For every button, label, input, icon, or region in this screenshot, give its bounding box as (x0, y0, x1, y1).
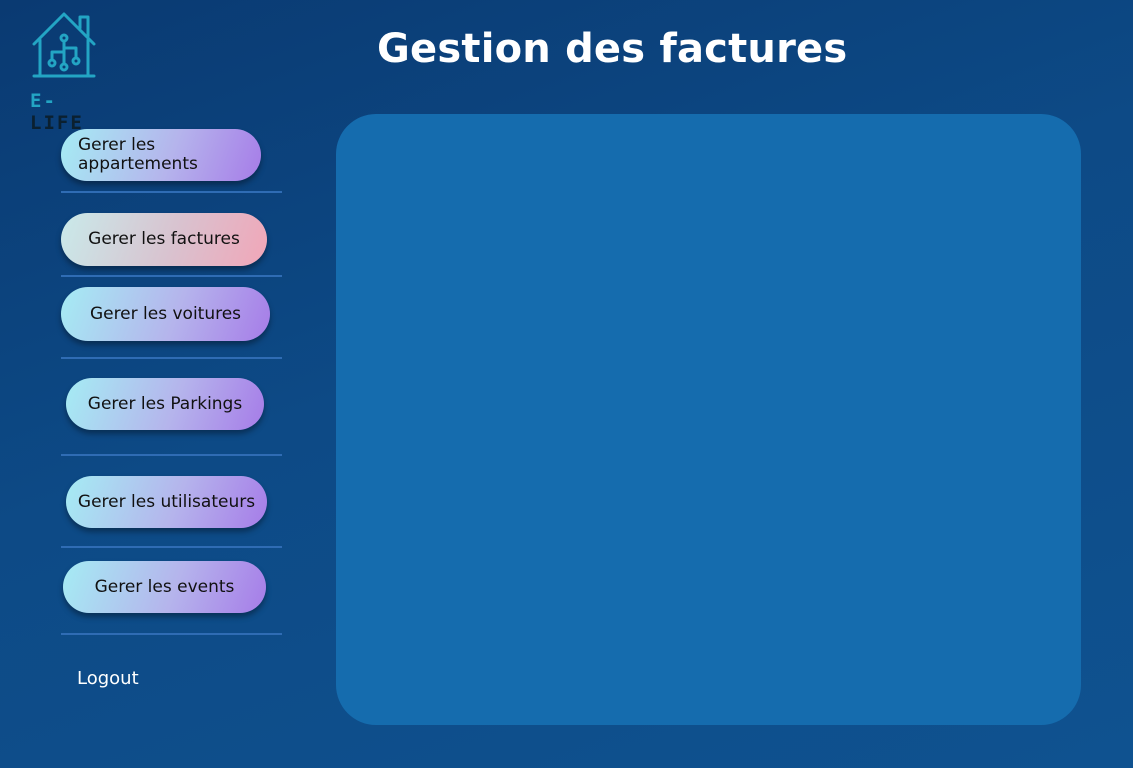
manage-cars-button[interactable]: Gerer les voitures (61, 287, 270, 341)
manage-apartments-button[interactable]: Gerer les appartements (61, 129, 261, 181)
manage-invoices-button[interactable]: Gerer les factures (61, 213, 267, 266)
nav-divider (61, 357, 282, 359)
manage-cars-label: Gerer les voitures (89, 303, 242, 324)
brand-wordmark: E-LIFE (30, 90, 100, 134)
manage-invoices-label: Gerer les factures (88, 229, 240, 249)
manage-users-button[interactable]: Gerer les utilisateurs (66, 476, 267, 528)
manage-parkings-button[interactable]: Gerer les Parkings (66, 378, 264, 430)
brand-prefix: E- (30, 90, 57, 112)
manage-events-label: Gerer les events (94, 576, 235, 597)
nav-divider (61, 454, 282, 456)
manage-events-button[interactable]: Gerer les events (63, 561, 266, 613)
nav-divider (61, 191, 282, 193)
manage-users-label: Gerer les utilisateurs (77, 491, 256, 512)
manage-parkings-label: Gerer les Parkings (87, 393, 243, 414)
nav-divider (61, 633, 282, 635)
logout-link[interactable]: Logout (77, 668, 139, 689)
page-title: Gestion des factures (377, 26, 848, 72)
content-panel (336, 114, 1081, 725)
nav-divider (61, 275, 282, 277)
nav-divider (61, 546, 282, 548)
app-logo: E-LIFE (28, 8, 100, 134)
smart-home-icon (32, 12, 96, 78)
manage-apartments-label: Gerer les appartements (78, 135, 198, 174)
